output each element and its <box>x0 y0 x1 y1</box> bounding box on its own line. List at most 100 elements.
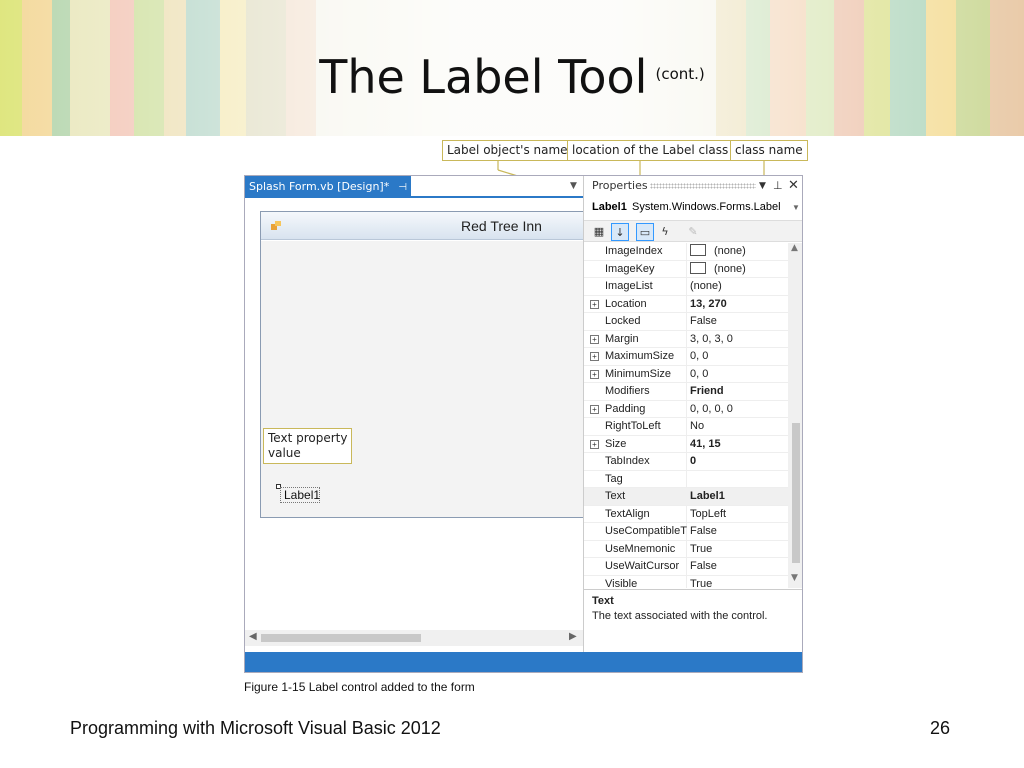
scroll-right-icon[interactable]: ▶ <box>569 631 577 642</box>
property-value-text: (none) <box>714 245 746 257</box>
property-value-text: True <box>690 542 713 555</box>
vertical-scrollbar[interactable]: ▲ ▼ <box>788 243 802 588</box>
callout-class-name: class name <box>730 140 808 161</box>
scroll-up-icon[interactable]: ▲ <box>791 243 798 253</box>
window-menu-icon[interactable]: ▼ <box>759 176 766 196</box>
design-surface[interactable]: Red Tree Inn Label1 <box>245 198 591 652</box>
property-row-text[interactable]: Text Label1 <box>584 488 788 506</box>
property-row-padding[interactable]: + Padding 0, 0, 0, 0 <box>584 401 788 418</box>
property-value[interactable]: True <box>690 576 712 589</box>
property-name: Locked <box>605 315 641 327</box>
property-pages-icon[interactable]: ✎ <box>684 223 702 241</box>
scroll-down-icon[interactable]: ▼ <box>791 573 798 583</box>
property-value-text: 0, 0 <box>690 367 709 380</box>
scrollbar-thumb[interactable] <box>792 423 800 563</box>
drag-grip[interactable] <box>650 183 756 189</box>
property-row-usemnemonic[interactable]: UseMnemonic True <box>584 541 788 558</box>
form-title: Red Tree Inn <box>461 218 542 234</box>
form-window[interactable]: Red Tree Inn Label1 <box>260 211 591 518</box>
property-value[interactable]: 0, 0 <box>690 348 708 365</box>
property-row-righttoleft[interactable]: RightToLeft No <box>584 418 788 436</box>
expand-icon[interactable]: + <box>590 299 599 309</box>
property-value[interactable]: 0, 0, 0, 0 <box>690 401 733 418</box>
categorized-icon[interactable]: ▦ <box>590 223 608 241</box>
property-row-imagelist[interactable]: ImageList (none) <box>584 278 788 296</box>
properties-toolbar: ▦ ↓ ▭ ϟ ✎ <box>584 220 802 242</box>
property-value[interactable]: TopLeft <box>690 506 726 523</box>
property-value[interactable]: True <box>690 541 712 558</box>
property-value[interactable]: (none) <box>690 243 746 260</box>
property-name: MinimumSize <box>605 367 672 380</box>
property-name: Margin <box>605 332 639 345</box>
property-row-locked[interactable]: Locked False <box>584 313 788 331</box>
property-value[interactable]: Friend <box>690 383 724 400</box>
expand-icon[interactable]: + <box>590 439 599 449</box>
property-row-margin[interactable]: + Margin 3, 0, 3, 0 <box>584 331 788 348</box>
property-name: ImageKey <box>605 262 655 275</box>
object-selector[interactable]: Label1 System.Windows.Forms.Label ▼ <box>584 198 802 217</box>
property-value[interactable]: False <box>690 523 717 540</box>
property-value-text: False <box>690 525 717 537</box>
property-value[interactable]: 0, 0 <box>690 366 708 383</box>
property-row-tabindex[interactable]: TabIndex 0 <box>584 453 788 471</box>
alphabetical-icon[interactable]: ↓ <box>611 223 629 241</box>
scroll-left-icon[interactable]: ◀ <box>249 631 257 642</box>
events-icon[interactable]: ϟ <box>656 223 674 241</box>
property-row-visible[interactable]: Visible True <box>584 576 788 589</box>
property-value[interactable]: 0 <box>690 453 696 470</box>
property-row-imageindex[interactable]: ImageIndex (none) <box>584 243 788 261</box>
design-tab-label: Splash Form.vb [Design]* <box>249 180 390 193</box>
property-row-size[interactable]: + Size 41, 15 <box>584 436 788 453</box>
properties-title: Properties <box>592 179 648 192</box>
expand-icon[interactable]: + <box>590 404 599 414</box>
property-row-location[interactable]: + Location 13, 270 <box>584 296 788 313</box>
properties-window: ▼ Properties ▼ ⊥ ✕ Label1 System.Windows… <box>570 176 802 652</box>
chevron-down-icon[interactable]: ▼ <box>570 176 577 196</box>
property-value-text: 41, 15 <box>690 437 721 450</box>
scrollbar-thumb[interactable] <box>261 634 421 642</box>
description-text: The text associated with the control. <box>592 610 768 622</box>
property-value[interactable]: (none) <box>690 261 746 278</box>
property-value[interactable]: 13, 270 <box>690 296 727 313</box>
property-row-modifiers[interactable]: Modifiers Friend <box>584 383 788 401</box>
close-icon[interactable]: ✕ <box>788 176 799 196</box>
property-value[interactable]: (none) <box>690 278 722 295</box>
property-name: TextAlign <box>605 507 650 520</box>
expand-icon[interactable]: + <box>590 334 599 344</box>
property-value[interactable]: False <box>690 558 717 575</box>
property-value[interactable]: 3, 0, 3, 0 <box>690 331 733 348</box>
property-row-tag[interactable]: Tag <box>584 471 788 488</box>
image-swatch <box>690 244 706 256</box>
property-name: RightToLeft <box>605 420 661 432</box>
property-value[interactable]: 41, 15 <box>690 436 721 453</box>
property-row-usewaitcursor[interactable]: UseWaitCursor False <box>584 558 788 576</box>
property-name: ImageIndex <box>605 245 663 257</box>
property-value-text: True <box>690 577 713 589</box>
expand-icon[interactable]: + <box>590 369 599 379</box>
property-value[interactable]: No <box>690 418 704 435</box>
property-name: Padding <box>605 402 646 415</box>
design-tab[interactable]: Splash Form.vb [Design]* ⊣ ✕ <box>245 176 425 196</box>
property-value-text: 13, 270 <box>690 297 727 310</box>
form-icon <box>271 221 281 230</box>
properties-icon[interactable]: ▭ <box>636 223 654 241</box>
property-row-minimumsize[interactable]: + MinimumSize 0, 0 <box>584 366 788 383</box>
property-value[interactable]: False <box>690 313 717 330</box>
chevron-down-icon[interactable]: ▼ <box>792 198 800 217</box>
property-row-usecompatiblet[interactable]: UseCompatibleT False <box>584 523 788 541</box>
page-number: 26 <box>930 718 951 738</box>
status-bar <box>245 652 802 672</box>
pin-icon[interactable]: ⊣ <box>398 182 407 193</box>
form-body[interactable]: Label1 <box>261 241 591 517</box>
property-row-textalign[interactable]: TextAlign TopLeft <box>584 506 788 523</box>
property-name: Visible <box>605 577 638 589</box>
horizontal-scrollbar[interactable]: ◀ ▶ <box>245 630 583 646</box>
label-control[interactable]: Label1 <box>280 487 320 503</box>
pin-icon[interactable]: ⊥ <box>773 176 783 196</box>
property-value[interactable]: Label1 <box>690 488 725 505</box>
close-icon[interactable]: ✕ <box>415 179 425 193</box>
expand-icon[interactable]: + <box>590 352 599 361</box>
figure-caption: Figure 1-15 Label control added to the f… <box>244 680 475 694</box>
property-row-imagekey[interactable]: ImageKey (none) <box>584 261 788 278</box>
property-row-maximumsize[interactable]: + MaximumSize 0, 0 <box>584 348 788 366</box>
